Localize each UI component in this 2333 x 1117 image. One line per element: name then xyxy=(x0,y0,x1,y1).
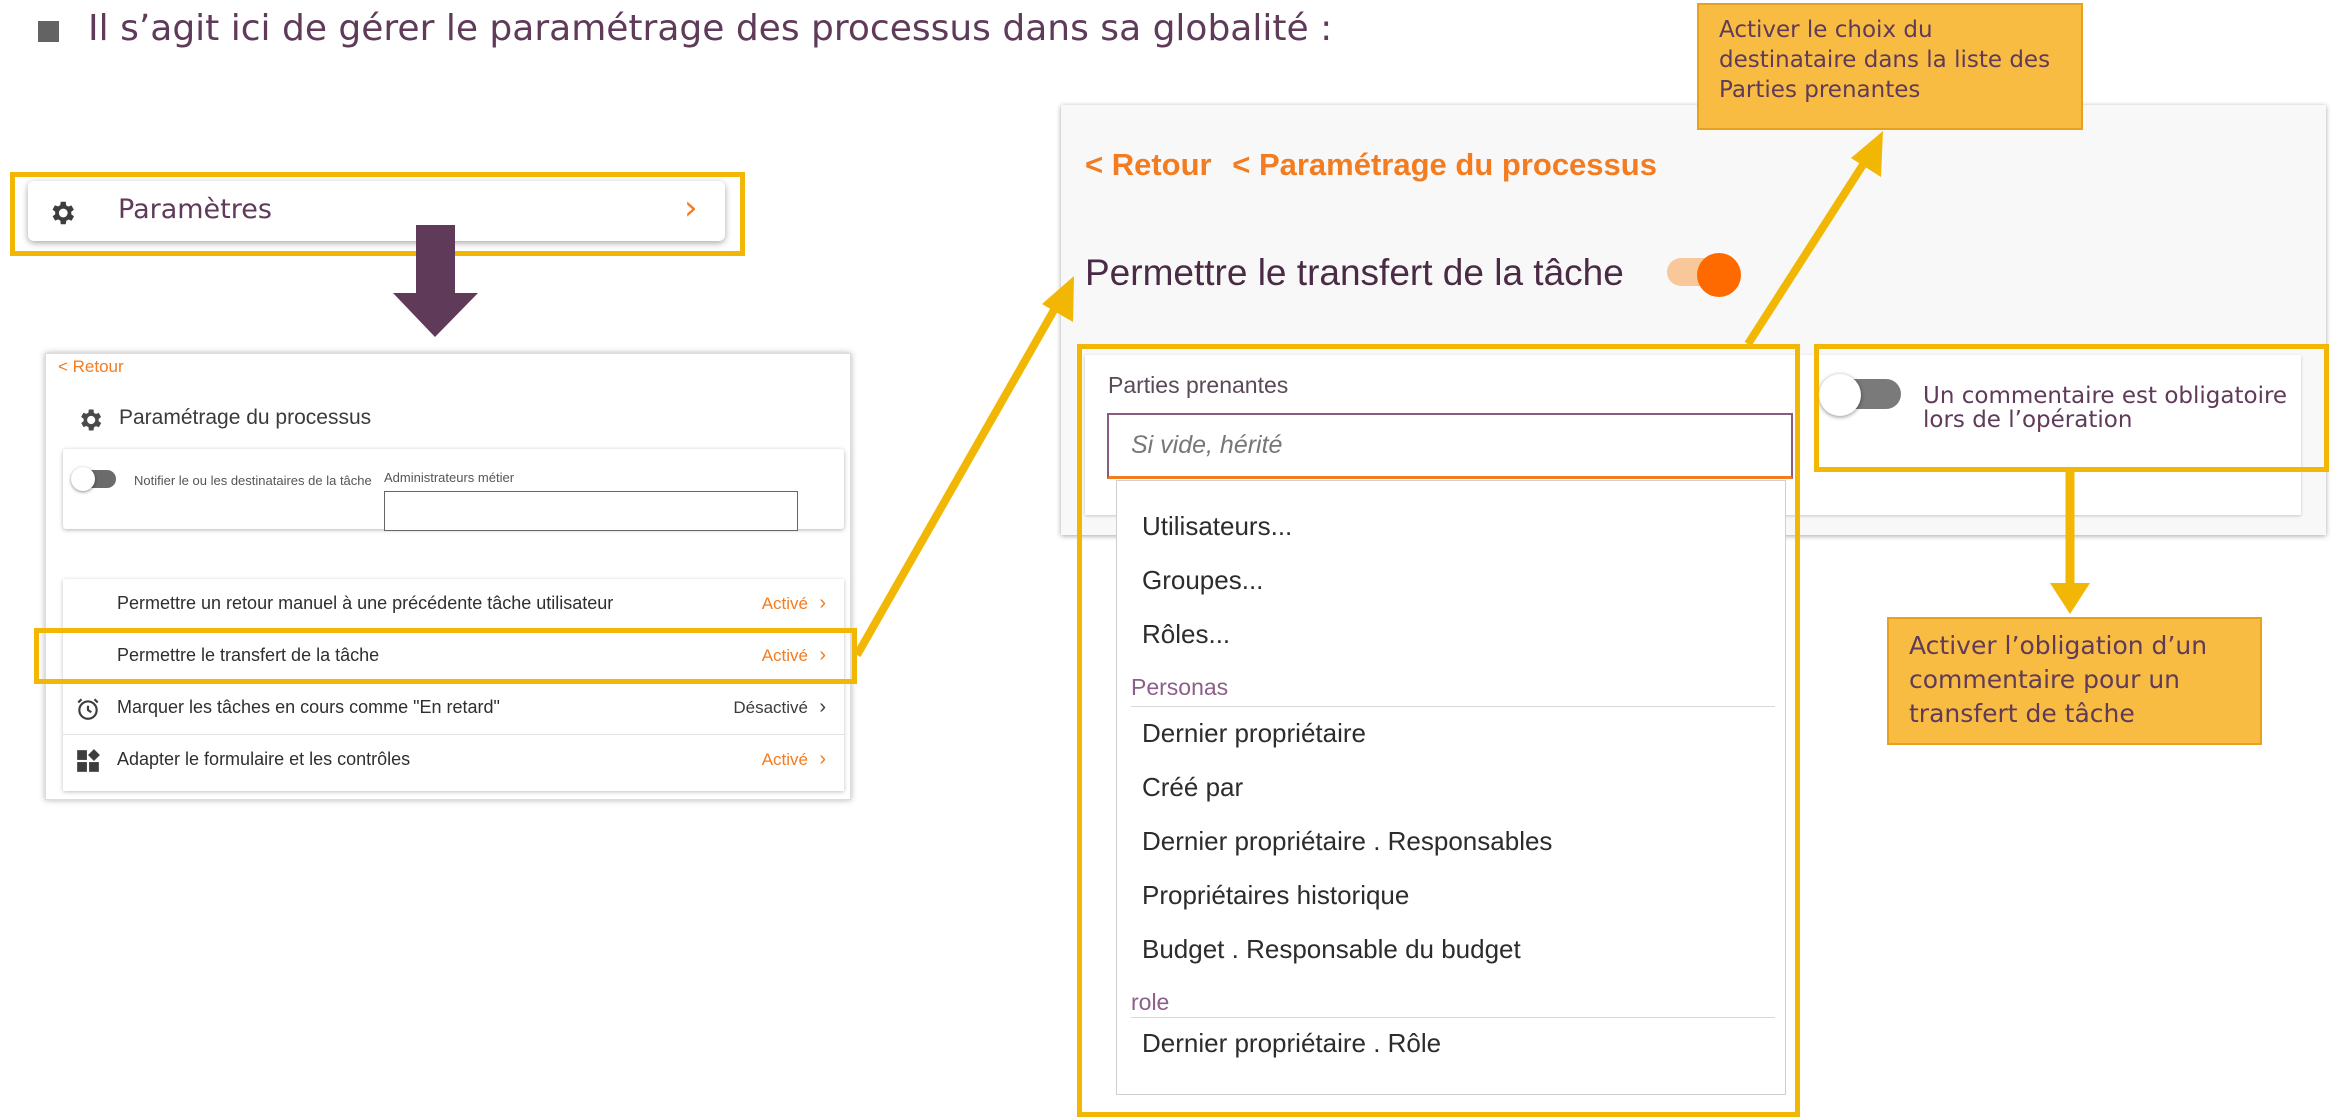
back-process-link[interactable]: < Paramétrage du processus xyxy=(1232,147,1657,182)
row-label: Adapter le formulaire et les contrôles xyxy=(117,749,411,769)
row-late-tasks[interactable]: Marquer les tâches en cours comme "En re… xyxy=(63,683,844,735)
gear-icon xyxy=(76,406,104,434)
notify-toggle[interactable] xyxy=(71,467,116,491)
widgets-icon xyxy=(75,748,101,774)
back-link[interactable]: < Retour xyxy=(1085,147,1212,182)
highlight-transfer-row xyxy=(34,628,857,684)
transfer-title: Permettre le transfert de la tâche xyxy=(1085,252,1624,293)
highlight-stakeholders xyxy=(1077,344,1800,1117)
status-badge: Activé xyxy=(761,750,808,769)
row-label: Permettre un retour manuel à une précéde… xyxy=(117,593,614,613)
row-manual-return[interactable]: Permettre un retour manuel à une précéde… xyxy=(63,579,844,631)
chevron-right-icon: › xyxy=(819,592,826,614)
process-settings-title: Paramétrage du processus xyxy=(119,406,372,429)
admin-label: Administrateurs métier xyxy=(384,470,515,485)
transfer-toggle[interactable] xyxy=(1667,253,1743,297)
down-arrow-icon xyxy=(393,225,478,337)
chevron-right-icon: › xyxy=(819,696,826,718)
arrow-to-transfer-panel xyxy=(853,276,1074,657)
notify-label: Notifier le ou les destinataires de la t… xyxy=(134,473,372,488)
page-headline: Il s’agit ici de gérer le paramétrage de… xyxy=(88,8,1333,49)
callout-comment: Activer l’obligation d’un commentaire po… xyxy=(1887,617,2262,745)
back-link[interactable]: < Retour xyxy=(58,357,124,377)
row-label: Marquer les tâches en cours comme "En re… xyxy=(117,697,500,717)
bullet-square-icon xyxy=(38,21,59,42)
chevron-right-icon: › xyxy=(819,748,826,770)
callout-stakeholders: Activer le choix du destinataire dans la… xyxy=(1697,3,2083,130)
highlight-comment-required xyxy=(1814,344,2329,472)
status-badge: Désactivé xyxy=(733,698,808,717)
alarm-clock-icon xyxy=(75,696,101,722)
admin-input[interactable] xyxy=(384,491,798,531)
process-settings-panel: < Retour Paramétrage du processus Notifi… xyxy=(45,353,851,800)
settings-rows: Permettre un retour manuel à une précéde… xyxy=(63,579,844,791)
row-form-controls[interactable]: Adapter le formulaire et les contrôles A… xyxy=(63,735,844,787)
status-badge: Activé xyxy=(761,594,808,613)
highlight-settings xyxy=(10,172,745,256)
breadcrumb: < Retour < Paramétrage du processus xyxy=(1085,147,1657,183)
